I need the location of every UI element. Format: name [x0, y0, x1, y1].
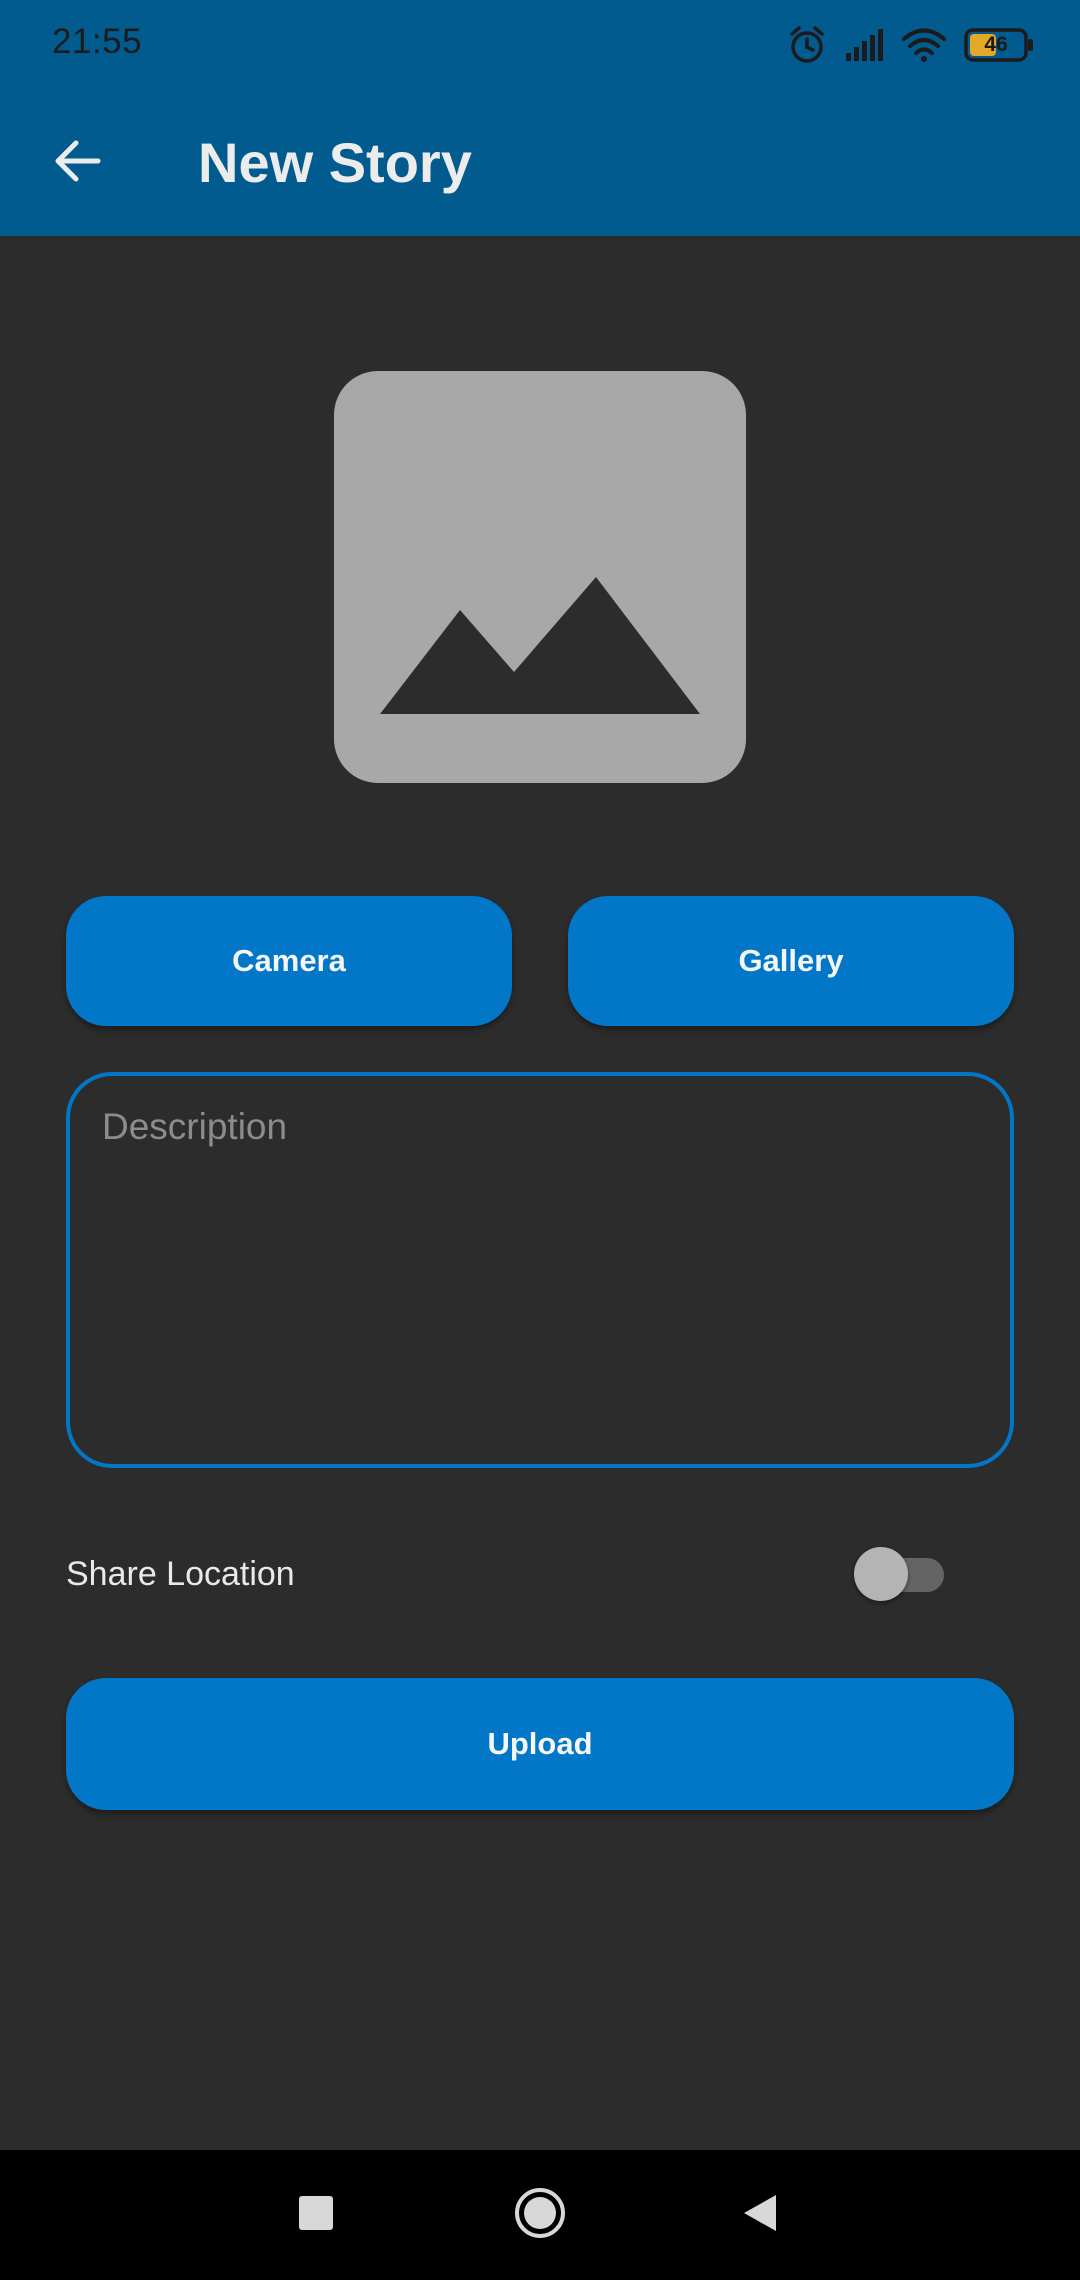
status-time: 21:55: [52, 22, 143, 61]
arrow-left-icon: [52, 139, 102, 188]
navigation-bar: [0, 2150, 1080, 2280]
gallery-button[interactable]: Gallery: [568, 896, 1014, 1026]
nav-back-button[interactable]: [730, 2185, 790, 2245]
upload-button[interactable]: Upload: [66, 1678, 1014, 1810]
back-icon: [742, 2193, 778, 2238]
recents-button[interactable]: [286, 2185, 346, 2245]
home-icon: [513, 2186, 567, 2245]
share-location-switch[interactable]: [852, 1546, 944, 1602]
home-button[interactable]: [510, 2185, 570, 2245]
battery-icon: 46: [964, 28, 1034, 62]
description-box: [66, 1072, 1014, 1468]
recents-icon: [298, 2195, 334, 2236]
back-button[interactable]: [40, 126, 114, 200]
description-field[interactable]: [70, 1076, 1010, 1464]
camera-button[interactable]: Camera: [66, 896, 512, 1026]
battery-level: 46: [984, 33, 1008, 56]
share-location-label: Share Location: [66, 1555, 295, 1593]
main-content: Camera Gallery Share Location Upload: [0, 236, 1080, 2150]
status-icons: 46: [788, 20, 1034, 70]
image-preview: [334, 371, 746, 783]
app-bar: New Story: [0, 90, 1080, 236]
status-bar: 21:55 46: [0, 0, 1080, 90]
signal-icon: [844, 29, 884, 61]
image-placeholder-icon: [334, 371, 746, 783]
page-title: New Story: [198, 131, 472, 194]
alarm-icon: [788, 25, 826, 65]
wifi-icon: [902, 28, 946, 62]
switch-thumb: [854, 1547, 908, 1601]
